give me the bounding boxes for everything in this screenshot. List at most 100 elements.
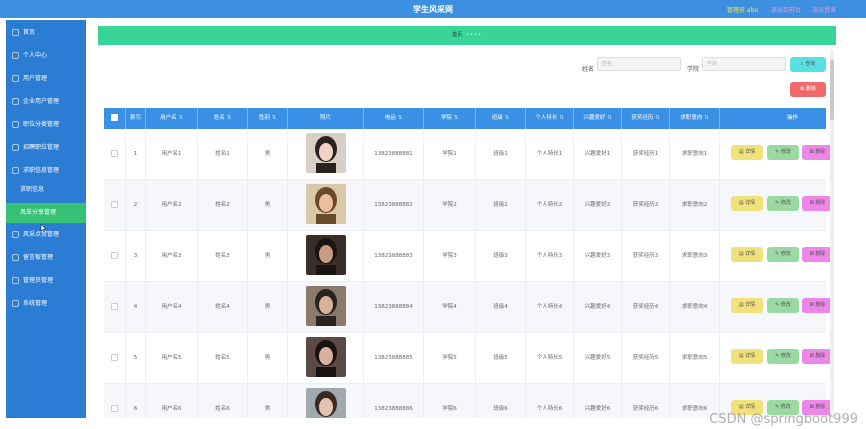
scrollbar[interactable] <box>830 50 834 418</box>
column-header[interactable]: 用户名 ⇅ <box>146 108 198 129</box>
sidebar-item-label: 个人中心 <box>23 52 48 59</box>
sidebar-item-company-users[interactable]: 企业用户管理 <box>6 91 86 113</box>
delete-button[interactable]: ⊠ 删除 <box>802 145 833 160</box>
name-search-input[interactable]: 姓名 <box>597 57 681 71</box>
edit-button[interactable]: ✎ 修改 <box>767 247 799 262</box>
phone-cell: 13823888881 <box>364 129 424 179</box>
username-cell: 用户名5 <box>146 333 198 383</box>
detail-button-label: 详情 <box>745 251 756 257</box>
sidebar-item-system[interactable]: 系统管理 <box>6 293 86 315</box>
school-cell: 学院3 <box>424 231 476 281</box>
talent-cell: 个人特长3 <box>526 231 574 281</box>
edit-button[interactable]: ✎ 修改 <box>767 145 799 160</box>
row-index: 2 <box>126 180 146 230</box>
intent-cell: 求职意向5 <box>670 333 720 383</box>
row-checkbox[interactable] <box>104 384 126 418</box>
table-row: 2 用户名2 姓名2 男 13823888882 学院2 班级2 个人特长2 兴趣爱好2 获奖经历… <box>104 180 833 231</box>
main-content: 首页 •••• 姓名 姓名 学院 学院 ⌕ 查询 ⊠ 删除 索引 用户名 ⇅ 姓名 ⇅… <box>90 20 844 418</box>
logout-link[interactable]: 退出登录 <box>812 5 836 14</box>
row-checkbox[interactable] <box>104 231 126 281</box>
class-cell: 班级2 <box>476 180 526 230</box>
sidebar-item-messages[interactable]: 留言板管理 <box>6 247 86 269</box>
sidebar-item-job-posts[interactable]: 招聘职位管理 <box>6 137 86 159</box>
row-checkbox[interactable] <box>104 282 126 332</box>
sidebar-subitem-label: 求职信息 <box>20 186 45 193</box>
edit-button[interactable]: ✎ 修改 <box>767 349 799 364</box>
sidebar-item-profile[interactable]: 个人中心 <box>6 45 86 67</box>
sidebar-subitem-share-manage[interactable]: 风采分享管理 <box>6 203 86 223</box>
award-cell: 获奖经历3 <box>622 231 670 281</box>
column-header[interactable]: 班级 ⇅ <box>476 108 526 129</box>
sidebar-item-users[interactable]: 用户管理 <box>6 68 86 90</box>
column-header-label: 索引 <box>129 115 141 121</box>
column-header[interactable]: 学院 ⇅ <box>424 108 476 129</box>
briefcase-icon <box>12 144 19 151</box>
back-to-front-link[interactable]: 退出到前台 <box>771 5 801 14</box>
sort-icon[interactable]: ⇅ <box>503 115 510 121</box>
school-cell: 学院2 <box>424 180 476 230</box>
delete-button[interactable]: ⊠ 删除 <box>802 298 833 313</box>
name-search-label: 姓名 <box>582 66 595 73</box>
sort-icon[interactable]: ⇅ <box>270 115 277 121</box>
column-header[interactable]: 个人特长 ⇅ <box>526 108 574 129</box>
column-header[interactable]: 照片 <box>288 108 364 129</box>
column-header[interactable]: 性别 ⇅ <box>248 108 288 129</box>
detail-button[interactable]: ▤ 详情 <box>731 247 763 262</box>
sidebar-item-job-seeking[interactable]: 求职信息管理 <box>6 160 86 182</box>
detail-button[interactable]: ▤ 详情 <box>731 145 763 160</box>
detail-button[interactable]: ▤ 详情 <box>731 196 763 211</box>
award-cell: 获奖经历4 <box>622 282 670 332</box>
sort-icon[interactable]: ⇅ <box>605 115 612 121</box>
hobby-cell: 兴趣爱好3 <box>574 231 622 281</box>
column-header-label: 兴趣爱好 <box>583 115 606 121</box>
detail-button[interactable]: ▤ 详情 <box>731 349 763 364</box>
sort-icon[interactable]: ⇅ <box>177 115 183 121</box>
sort-icon[interactable]: ⇅ <box>557 115 564 121</box>
scrollbar-thumb[interactable] <box>830 60 834 120</box>
batch-delete-button-label: 删除 <box>805 86 816 92</box>
column-header[interactable]: 求职意向 ⇅ <box>670 108 720 129</box>
delete-button[interactable]: ⊠ 删除 <box>802 247 833 262</box>
gender-cell: 男 <box>248 180 288 230</box>
edit-button[interactable]: ✎ 修改 <box>767 196 799 211</box>
actions-cell: ▤ 详情 ✎ 修改 ⊠ 删除 <box>720 231 844 281</box>
name-cell: 姓名6 <box>198 384 248 418</box>
sort-icon[interactable]: ⇅ <box>396 115 403 121</box>
column-header[interactable]: 电话 ⇅ <box>364 108 424 129</box>
document-icon <box>12 167 19 174</box>
delete-button[interactable]: ⊠ 删除 <box>802 196 833 211</box>
hobby-cell: 兴趣爱好6 <box>574 384 622 418</box>
sort-icon[interactable]: ⇅ <box>653 115 660 121</box>
sidebar-item-likes[interactable]: 风采点赞管理 <box>6 224 86 246</box>
sidebar-item-admins[interactable]: 管理员管理 <box>6 270 86 292</box>
sidebar-item-home[interactable]: 首页 <box>6 22 86 44</box>
select-all-checkbox[interactable] <box>104 108 126 129</box>
column-header[interactable]: 获奖经历 ⇅ <box>622 108 670 129</box>
sidebar-subitem-job-info[interactable]: 求职信息 <box>6 180 86 200</box>
name-cell: 姓名4 <box>198 282 248 332</box>
delete-button[interactable]: ⊠ 删除 <box>802 349 833 364</box>
sort-icon[interactable]: ⇅ <box>452 115 459 121</box>
hobby-cell: 兴趣爱好1 <box>574 129 622 179</box>
edit-button[interactable]: ✎ 修改 <box>767 298 799 313</box>
batch-delete-button[interactable]: ⊠ 删除 <box>790 82 826 97</box>
breadcrumb-home[interactable]: 首页 <box>452 32 462 38</box>
sidebar-item-job-categories[interactable]: 职位分类管理 <box>6 114 86 136</box>
breadcrumb-dots: •••• <box>466 32 482 38</box>
column-header[interactable]: 兴趣爱好 ⇅ <box>574 108 622 129</box>
delete-button-label: 删除 <box>815 149 826 155</box>
row-checkbox[interactable] <box>104 129 126 179</box>
gender-cell: 男 <box>248 384 288 418</box>
row-checkbox[interactable] <box>104 333 126 383</box>
column-header[interactable]: 姓名 ⇅ <box>198 108 248 129</box>
query-button-label: 查询 <box>805 61 816 67</box>
sort-icon[interactable]: ⇅ <box>225 115 232 121</box>
row-checkbox[interactable] <box>104 180 126 230</box>
sort-icon[interactable]: ⇅ <box>702 115 709 121</box>
photo-cell <box>288 129 364 179</box>
delete-button-label: 删除 <box>815 200 826 206</box>
detail-button[interactable]: ▤ 详情 <box>731 298 763 313</box>
query-button[interactable]: ⌕ 查询 <box>790 57 826 72</box>
school-search-input[interactable]: 学院 <box>702 57 786 71</box>
delete-button-label: 删除 <box>815 404 826 410</box>
